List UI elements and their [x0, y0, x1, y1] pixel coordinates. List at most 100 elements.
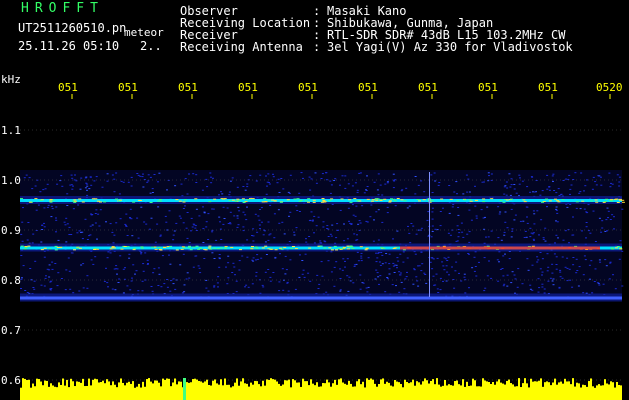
noise-speck	[182, 208, 185, 209]
meter-bar	[614, 387, 616, 400]
meter-bar	[502, 383, 504, 400]
noise-speck	[210, 182, 213, 184]
noise-speck	[585, 226, 588, 228]
signal-speck	[228, 200, 232, 202]
signal-speck	[192, 246, 196, 248]
noise-speck	[569, 203, 572, 205]
noise-speck	[431, 225, 434, 227]
noise-speck	[238, 260, 241, 262]
time-tick-label: 051	[58, 81, 78, 94]
meter-bar	[204, 381, 206, 400]
noise-speck	[286, 282, 289, 284]
noise-speck	[375, 211, 378, 213]
noise-speck	[109, 252, 112, 254]
noise-speck	[129, 217, 131, 218]
noise-speck	[202, 242, 205, 243]
noise-speck	[536, 261, 539, 263]
signal-speck	[81, 201, 85, 203]
signal-speck	[274, 249, 278, 251]
noise-speck	[503, 283, 506, 285]
signal-speck	[183, 247, 187, 249]
meter-bar	[568, 381, 570, 400]
noise-speck	[60, 278, 63, 279]
meter-bar	[26, 380, 28, 400]
noise-speck	[173, 230, 176, 232]
noise-speck	[68, 234, 71, 235]
noise-speck	[210, 176, 212, 178]
noise-speck	[521, 180, 524, 182]
signal-speck	[610, 199, 614, 201]
noise-speck	[132, 264, 135, 266]
noise-speck	[541, 274, 543, 276]
noise-speck	[484, 287, 487, 289]
noise-speck	[413, 268, 416, 270]
noise-speck	[398, 291, 401, 293]
noise-speck	[54, 263, 57, 264]
noise-speck	[463, 273, 466, 275]
meter-bar	[324, 383, 326, 400]
noise-speck	[191, 226, 194, 228]
noise-speck	[241, 255, 244, 257]
noise-speck	[541, 283, 544, 285]
noise-speck	[431, 211, 434, 213]
noise-speck	[293, 231, 296, 233]
signal-speck	[610, 247, 614, 249]
noise-speck	[61, 185, 64, 187]
noise-speck	[168, 210, 171, 212]
signal-speck	[343, 246, 346, 248]
noise-speck	[373, 219, 375, 221]
meter-bar	[48, 386, 50, 400]
meter-bar	[20, 387, 22, 400]
noise-speck	[136, 217, 139, 219]
noise-speck	[375, 252, 377, 254]
signal-speck	[341, 248, 345, 250]
noise-speck	[511, 228, 514, 230]
noise-speck	[130, 185, 133, 187]
noise-speck	[158, 273, 161, 275]
noise-speck	[321, 173, 324, 175]
meter-bar	[564, 378, 566, 400]
meter-bar	[378, 384, 380, 400]
signal-speck	[615, 198, 619, 200]
meter-bar	[248, 386, 250, 400]
meter-bar	[554, 378, 556, 400]
meter-bar	[522, 383, 524, 400]
noise-speck	[111, 231, 114, 233]
noise-speck	[213, 285, 216, 287]
noise-speck	[347, 183, 350, 185]
noise-speck	[344, 187, 347, 189]
noise-speck	[558, 286, 561, 288]
noise-speck	[586, 212, 589, 214]
noise-speck	[448, 274, 450, 276]
time-tick-label: 051	[298, 81, 318, 94]
noise-speck	[497, 237, 500, 239]
noise-speck	[474, 266, 477, 267]
noise-speck	[287, 290, 290, 292]
noise-speck	[308, 176, 311, 178]
noise-speck	[29, 268, 32, 269]
noise-speck	[289, 174, 292, 176]
noise-speck	[331, 203, 334, 205]
noise-speck	[55, 219, 58, 221]
noise-speck	[86, 183, 89, 185]
noise-speck	[325, 172, 328, 174]
noise-speck	[117, 282, 120, 283]
signal-speck	[132, 249, 136, 251]
noise-speck	[301, 273, 304, 275]
meter-bar	[282, 384, 284, 400]
signal-speck	[388, 200, 392, 202]
signal-speck	[132, 201, 136, 203]
noise-speck	[517, 268, 520, 270]
noise-speck	[320, 242, 323, 244]
signal-speck	[73, 249, 76, 251]
noise-speck	[420, 227, 423, 229]
noise-speck	[473, 256, 476, 258]
noise-speck	[556, 212, 559, 214]
noise-speck	[302, 177, 304, 179]
noise-speck	[552, 278, 555, 280]
noise-speck	[417, 184, 420, 186]
noise-speck	[318, 283, 321, 285]
noise-speck	[548, 189, 551, 191]
noise-speck	[546, 253, 549, 255]
signal-speck	[237, 199, 241, 201]
